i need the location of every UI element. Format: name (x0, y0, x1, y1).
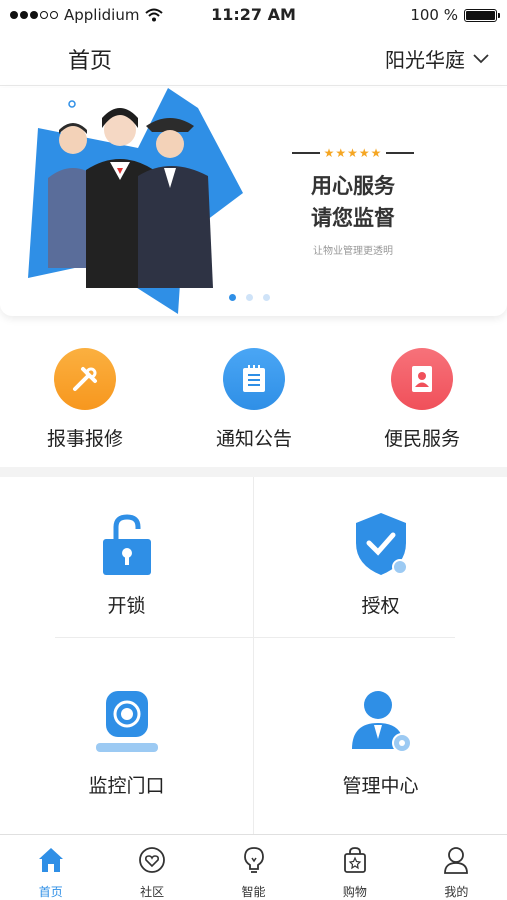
page-title: 首页 (68, 49, 113, 74)
authorize-button[interactable]: 授权 (254, 509, 507, 618)
tab-label: 首页 (38, 885, 63, 899)
quick-service-label: 便民服务 (383, 428, 460, 450)
quick-service-label: 报事报修 (46, 428, 123, 450)
tab-label: 智能 (241, 885, 266, 899)
community-heart-icon (139, 847, 166, 873)
rating-stars: ★★★★★ (288, 146, 418, 160)
management-center-button[interactable]: 管理中心 (254, 689, 507, 798)
bulb-icon (243, 847, 264, 873)
battery-percent: 100 % (410, 6, 458, 24)
profile-icon (444, 847, 469, 874)
door-camera-button[interactable]: 监控门口 (0, 689, 253, 798)
star-icon: ★★★★★ (323, 146, 383, 160)
grid-label: 授权 (361, 595, 400, 617)
tab-community[interactable]: 社区 (101, 835, 202, 900)
grid-label: 监控门口 (88, 775, 165, 797)
repair-report-button[interactable]: 报事报修 (15, 348, 155, 451)
pager-dot[interactable] (229, 294, 236, 301)
section-divider (0, 467, 507, 477)
status-bar: Applidium 11:27 AM 100 % (0, 0, 507, 30)
community-selector[interactable]: 阳光华庭 (385, 44, 489, 73)
banner-headline-1: 用心服务 (311, 174, 395, 198)
home-icon (38, 848, 63, 872)
grid-divider (55, 637, 455, 638)
tools-icon (54, 348, 116, 410)
tab-label: 我的 (444, 885, 469, 899)
pager-dot[interactable] (263, 294, 270, 301)
unlock-button[interactable]: 开锁 (0, 509, 253, 618)
grid-label: 管理中心 (342, 775, 419, 797)
banner-subtitle: 让物业管理更透明 (313, 246, 393, 257)
banner-pager[interactable] (229, 294, 270, 301)
community-name: 阳光华庭 (385, 48, 465, 72)
battery-icon (464, 8, 500, 22)
nav-bar: 首页 阳光华庭 (0, 30, 507, 86)
battery-info: 100 % (410, 6, 500, 24)
pager-dot[interactable] (246, 294, 253, 301)
grid-label: 开锁 (107, 595, 146, 617)
unlock-icon (102, 514, 151, 575)
tab-smart[interactable]: 智能 (203, 835, 304, 900)
tab-label: 社区 (140, 885, 165, 899)
contacts-icon (391, 348, 453, 410)
camera-icon (95, 691, 158, 752)
tab-shopping[interactable]: 购物 (304, 835, 405, 900)
manager-icon (351, 691, 412, 753)
notice-icon (223, 348, 285, 410)
shopping-bag-icon (344, 847, 366, 873)
quick-service-label: 通知公告 (215, 428, 292, 450)
tab-bar: 首页 社区 智能 购物 我的 (0, 834, 507, 900)
banner-headline-2: 请您监督 (311, 206, 395, 230)
authorize-shield-icon (355, 513, 408, 575)
banner-slogan: ★★★★★ 用心服务 请您监督 让物业管理更透明 (288, 146, 418, 257)
function-grid: 开锁 授权 监控门口 管理中心 (0, 477, 507, 834)
chevron-down-icon (473, 53, 489, 63)
notice-button[interactable]: 通知公告 (184, 348, 324, 451)
quick-services: 报事报修 通知公告 便民服务 (0, 340, 507, 465)
tab-profile[interactable]: 我的 (406, 835, 507, 900)
tab-home[interactable]: 首页 (0, 835, 101, 900)
staff-illustration (28, 88, 243, 314)
promo-banner[interactable]: ★★★★★ 用心服务 请您监督 让物业管理更透明 (0, 88, 507, 316)
convenience-service-button[interactable]: 便民服务 (352, 348, 492, 451)
tab-label: 购物 (342, 885, 367, 899)
